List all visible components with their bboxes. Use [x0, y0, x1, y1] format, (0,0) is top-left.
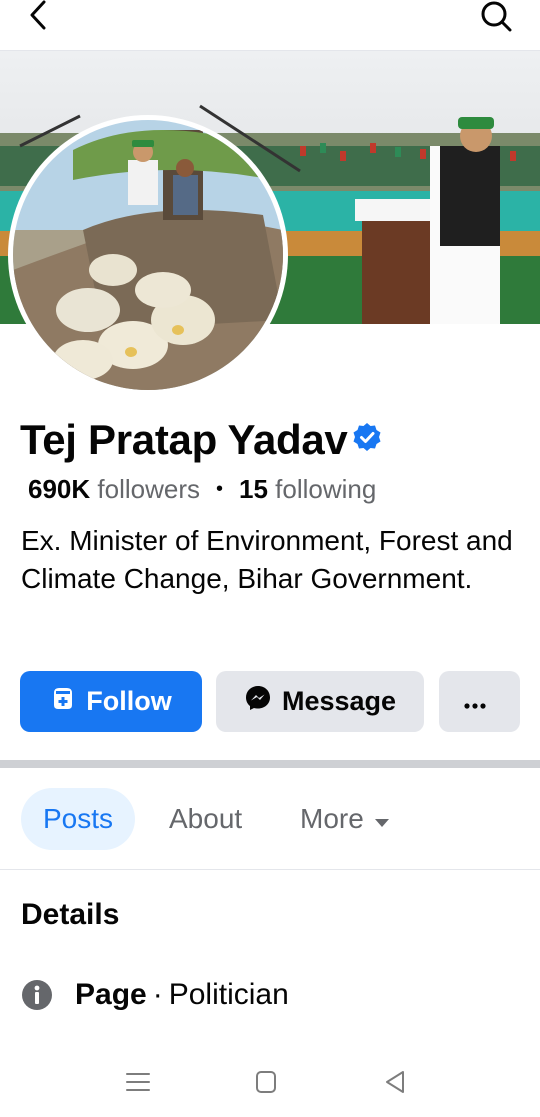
category-separator: · [152, 978, 163, 1011]
page-title: Tej Pratap Yadav [20, 416, 348, 463]
tab-more-label: More [300, 803, 364, 834]
followers-label[interactable]: followers [97, 474, 200, 505]
follow-button[interactable]: Follow [20, 671, 202, 732]
back-triangle-icon[interactable] [378, 1065, 412, 1099]
follow-label: Follow [86, 686, 172, 716]
more-options-button[interactable] [439, 671, 520, 732]
section-divider [0, 760, 540, 768]
home-icon[interactable] [249, 1065, 283, 1099]
top-bar [0, 0, 540, 51]
system-navigation-bar [0, 1050, 540, 1117]
message-button[interactable]: Message [216, 671, 424, 732]
category-value: Politician [168, 978, 289, 1011]
tab-more[interactable]: More [300, 788, 390, 850]
ellipsis-icon [463, 686, 497, 717]
search-icon[interactable] [474, 0, 514, 40]
follow-icon [50, 685, 86, 718]
following-count[interactable]: 15 [239, 474, 268, 505]
back-arrow-icon[interactable] [22, 0, 58, 36]
tabs-divider [0, 869, 540, 870]
tab-posts[interactable]: Posts [21, 788, 135, 850]
category-label: Page [75, 978, 147, 1011]
details-heading: Details [21, 898, 120, 931]
message-label: Message [281, 686, 397, 716]
info-icon [21, 979, 53, 1011]
profile-tabs: Posts About More [0, 788, 540, 850]
page-title-row: Tej Pratap Yadav [20, 412, 382, 468]
category-row: Page · Politician [21, 978, 289, 1012]
profile-picture[interactable] [13, 120, 283, 390]
messenger-icon [244, 684, 282, 719]
tab-about[interactable]: About [169, 788, 242, 850]
menu-icon[interactable] [121, 1065, 155, 1099]
verified-badge-icon [352, 422, 382, 452]
followers-count[interactable]: 690K [28, 474, 90, 505]
page-bio: Ex. Minister of Environment, Forest and … [21, 525, 513, 594]
caret-down-icon [364, 803, 390, 835]
follow-stats: 690K followers • 15 following [28, 474, 376, 505]
following-label[interactable]: following [275, 474, 376, 505]
stats-separator: • [215, 478, 223, 500]
